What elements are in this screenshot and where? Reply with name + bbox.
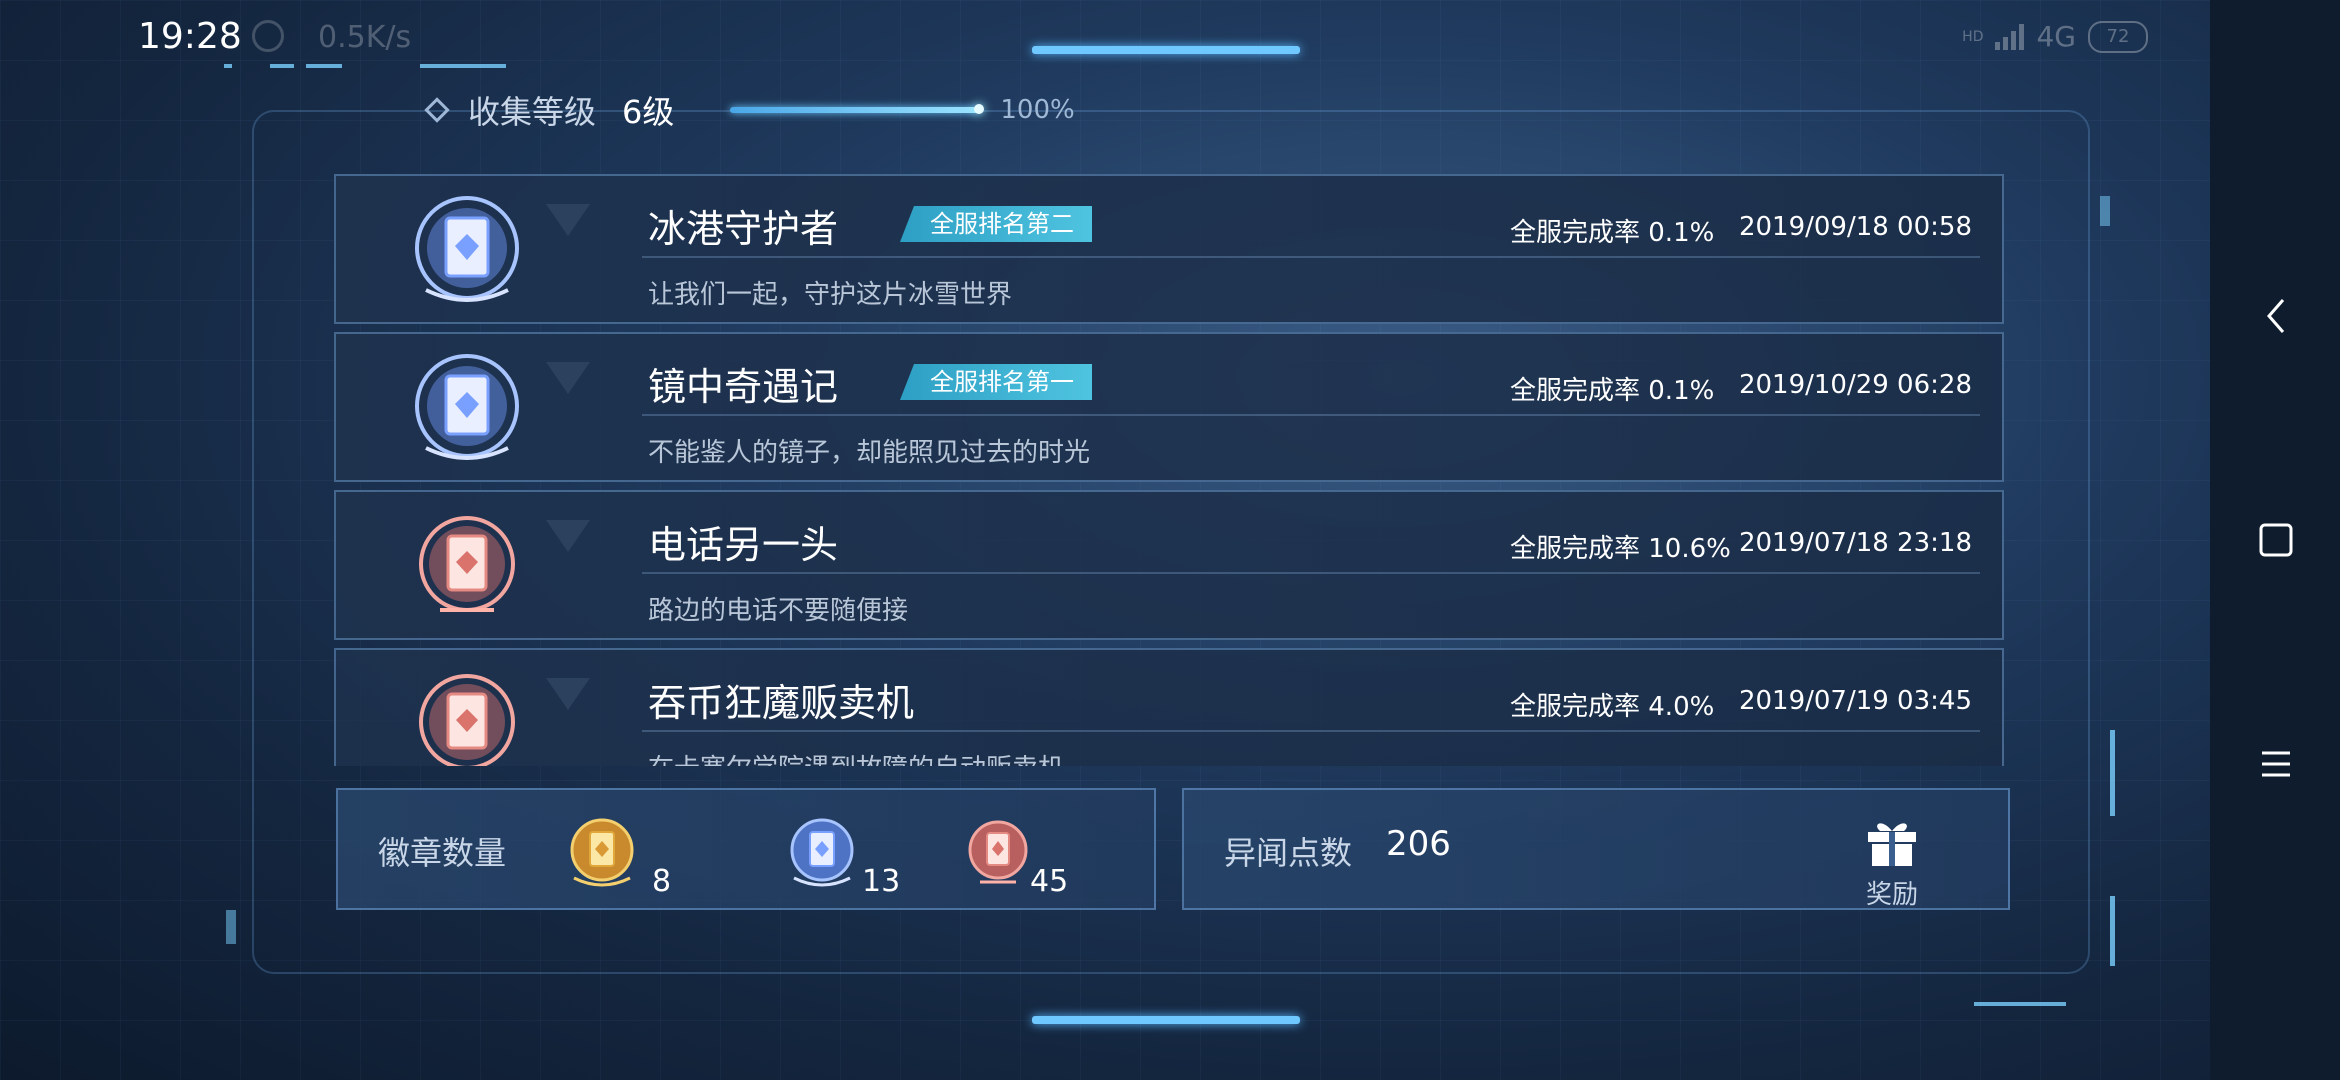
battery-icon: 72	[2088, 20, 2148, 53]
deco-line	[224, 64, 232, 68]
achievement-card[interactable]: 电话另一头 全服完成率 10.6% 2019/07/18 23:18 路边的电话…	[334, 490, 2004, 640]
home-button[interactable]	[2244, 508, 2308, 572]
completion-rate: 全服完成率 0.1%	[1510, 218, 1715, 248]
achievement-date: 2019/10/29 06:28	[1738, 370, 1972, 400]
bronze-badge-count: 45	[1030, 864, 1069, 899]
achievement-date: 2019/07/19 03:45	[1738, 686, 1972, 716]
deco-line	[2110, 730, 2115, 816]
silver-badge-icon	[790, 818, 854, 887]
alarm-icon	[252, 20, 284, 52]
gold-badge-count: 8	[652, 864, 672, 899]
network-type: 4G	[2036, 20, 2076, 53]
achievement-title: 吞币狂魔贩卖机	[648, 681, 915, 725]
deco-line	[306, 64, 342, 68]
badge-count-label: 徽章数量	[378, 834, 507, 872]
bronze-badge-icon	[419, 674, 515, 766]
achievement-card[interactable]: 吞币狂魔贩卖机 全服完成率 4.0% 2019/07/19 03:45 在卡塞尔…	[334, 648, 2004, 766]
level-progress-bar	[730, 104, 985, 114]
deco-line	[420, 64, 506, 68]
level-progress-text: 100%	[1000, 95, 1075, 125]
bronze-badge-icon	[419, 516, 515, 612]
bottom-accent-bar	[1032, 1016, 1300, 1024]
achievement-description: 让我们一起，守护这片冰雪世界	[648, 280, 1013, 310]
level-value: 6级	[622, 93, 675, 131]
status-net-speed: 0.5K/s	[318, 20, 412, 55]
points-value: 206	[1386, 824, 1451, 864]
menu-button[interactable]	[2244, 732, 2308, 796]
diamond-icon	[424, 97, 450, 123]
achievement-date: 2019/09/18 00:58	[1738, 212, 1972, 242]
points-panel: 异闻点数 206 奖励	[1182, 788, 2010, 910]
achievement-title: 电话另一头	[648, 523, 839, 567]
signal-icon	[1995, 23, 2025, 50]
achievement-title: 镜中奇遇记	[648, 365, 839, 409]
achievement-card[interactable]: 冰港守护者 全服排名第二 全服完成率 0.1% 2019/09/18 00:58…	[334, 174, 2004, 324]
achievement-description: 在卡塞尔学院遇到故障的自动贩卖机	[648, 748, 1064, 766]
collection-level: 收集等级 6级 100%	[424, 88, 1075, 132]
menu-icon	[2262, 751, 2290, 777]
deco-line	[226, 910, 236, 944]
achievement-list[interactable]: 冰港守护者 全服排名第二 全服完成率 0.1% 2019/09/18 00:58…	[334, 174, 2008, 766]
rank-badge: 全服排名第二	[900, 206, 1092, 242]
back-chevron-icon	[2267, 299, 2285, 333]
triangle-deco	[546, 678, 590, 710]
silver-badge-count: 13	[862, 864, 901, 899]
deco-line	[2100, 196, 2110, 226]
back-button[interactable]	[2244, 284, 2308, 348]
bronze-badge-icon	[968, 820, 1028, 884]
triangle-deco	[546, 520, 590, 552]
battery-level: 72	[2106, 26, 2130, 47]
divider	[642, 730, 1980, 732]
triangle-deco	[546, 204, 590, 236]
achievement-title: 冰港守护者	[648, 207, 839, 251]
silver-badge-icon	[415, 354, 519, 460]
status-right: HD 4G 72	[1962, 20, 2148, 53]
points-label: 异闻点数	[1224, 834, 1353, 872]
silver-badge-icon	[415, 196, 519, 302]
triangle-deco	[546, 362, 590, 394]
gold-badge-icon	[570, 818, 634, 887]
divider	[642, 256, 1980, 258]
deco-line	[270, 64, 294, 68]
divider	[642, 572, 1980, 574]
badge-count-panel: 徽章数量 8 13 45	[336, 788, 1156, 910]
level-label: 收集等级	[468, 93, 597, 131]
hd-label: HD	[1962, 28, 1984, 45]
deco-line	[1974, 1002, 2066, 1006]
status-time: 19:28	[138, 16, 242, 57]
divider	[642, 414, 1980, 416]
reward-label[interactable]: 奖励	[1864, 874, 1920, 911]
achievement-card[interactable]: 镜中奇遇记 全服排名第一 全服完成率 0.1% 2019/10/29 06:28…	[334, 332, 2004, 482]
completion-rate: 全服完成率 4.0%	[1510, 692, 1715, 722]
achievement-description: 路边的电话不要随便接	[648, 596, 909, 626]
top-accent-bar	[1032, 46, 1300, 54]
deco-line	[2110, 896, 2115, 966]
completion-rate: 全服完成率 10.6%	[1510, 534, 1731, 564]
home-square-icon	[2259, 523, 2293, 557]
achievement-description: 不能鉴人的镜子，却能照见过去的时光	[648, 438, 1091, 468]
achievement-date: 2019/07/18 23:18	[1738, 528, 1972, 558]
rank-badge: 全服排名第一	[900, 364, 1092, 400]
completion-rate: 全服完成率 0.1%	[1510, 376, 1715, 406]
gift-icon[interactable]	[1864, 816, 1920, 868]
